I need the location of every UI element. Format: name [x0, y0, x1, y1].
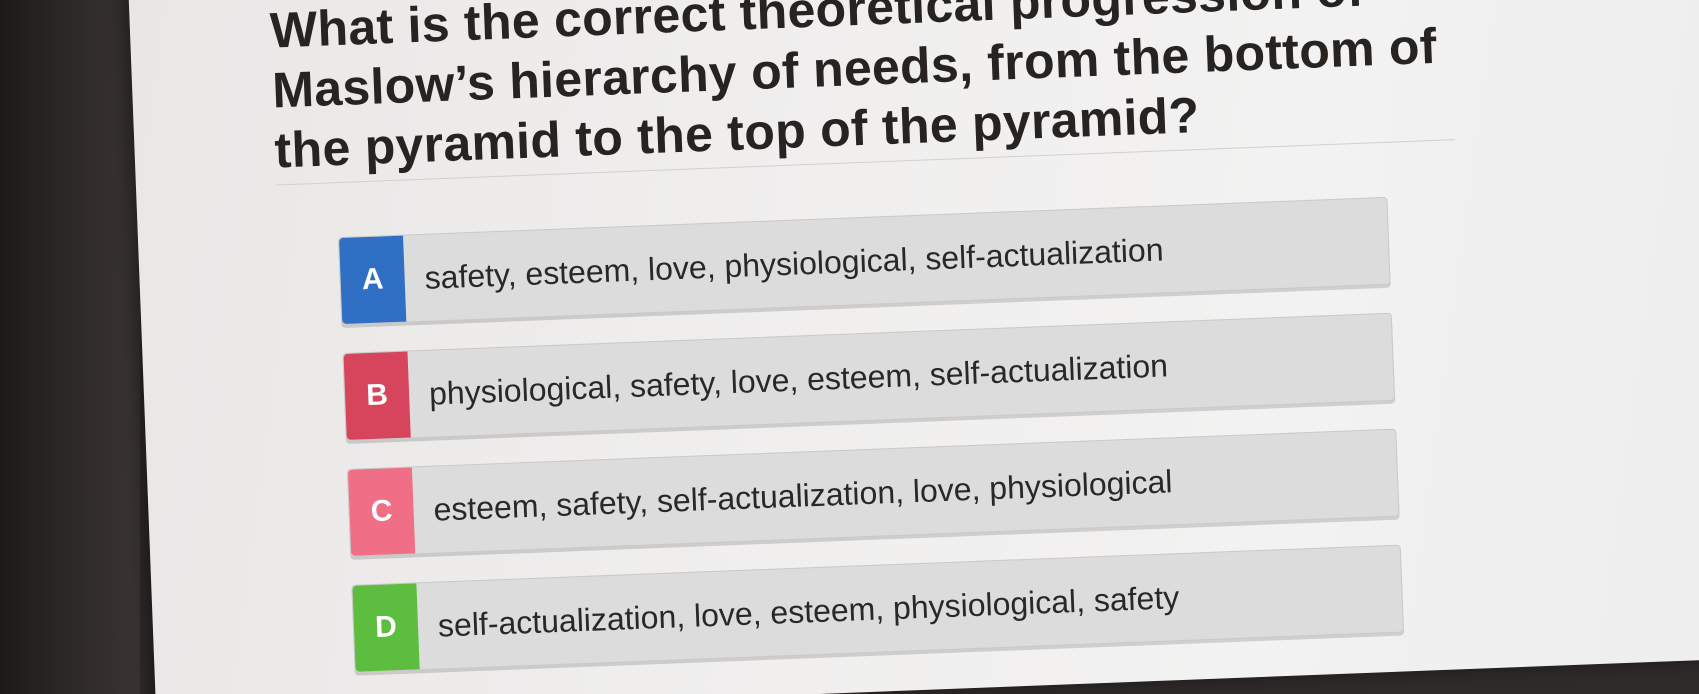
quiz-screen: What is the correct theoretical progress… — [128, 0, 1699, 694]
option-text-a: safety, esteem, love, physiological, sel… — [423, 230, 1165, 296]
option-letter-b: B — [343, 351, 411, 440]
answer-option-a[interactable]: A safety, esteem, love, physiological, s… — [338, 196, 1391, 326]
answer-option-d[interactable]: D self-actualization, love, esteem, phys… — [351, 544, 1404, 673]
question-text: What is the correct theoretical progress… — [268, 0, 1438, 179]
option-letter-d: D — [352, 583, 420, 672]
option-letter-a: A — [339, 235, 407, 325]
answer-options: A safety, esteem, love, physiological, s… — [338, 196, 1405, 694]
option-text-b: physiological, safety, love, esteem, sel… — [428, 346, 1169, 412]
answer-option-c[interactable]: C esteem, safety, self-actualization, lo… — [346, 428, 1400, 557]
photo-frame: What is the correct theoretical progress… — [0, 0, 1699, 694]
option-text-d: self-actualization, love, esteem, physio… — [437, 578, 1180, 644]
answer-option-b[interactable]: B physiological, safety, love, esteem, s… — [342, 312, 1396, 441]
monitor-bezel — [0, 0, 140, 694]
option-letter-c: C — [347, 467, 416, 556]
option-text-c: esteem, safety, self-actualization, love… — [432, 462, 1174, 528]
